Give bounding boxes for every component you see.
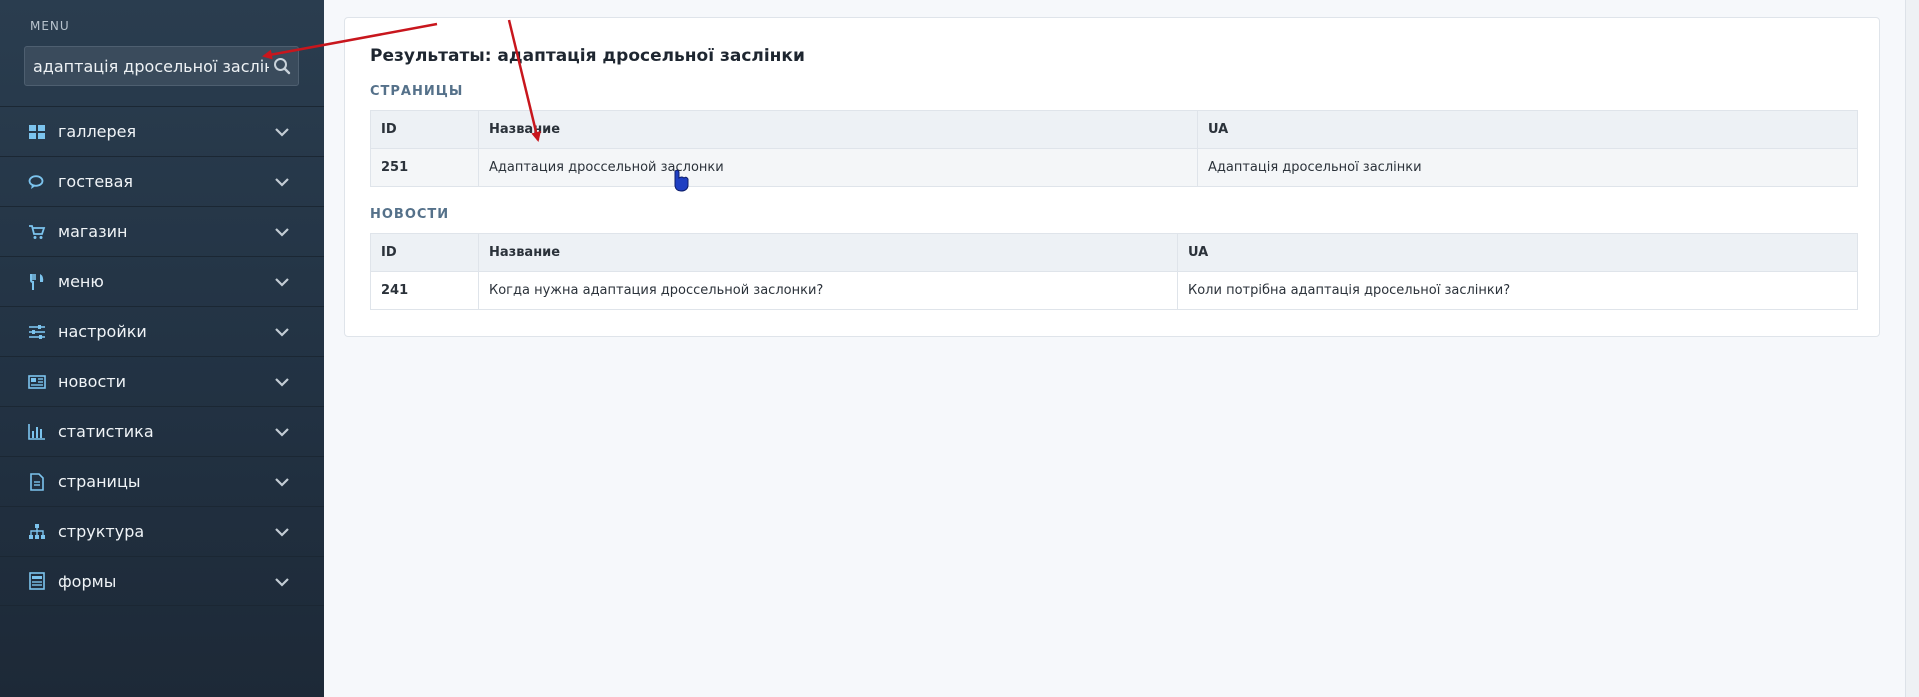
sidebar-item-label: меню	[58, 272, 104, 291]
column-header-ua: UA	[1197, 110, 1858, 149]
sidebar-item-label: формы	[58, 571, 117, 591]
cell-id: 241	[370, 271, 479, 310]
results-title: Результаты: адаптація дросельної заслінк…	[370, 46, 805, 66]
table-header-row: ID Название UA	[370, 233, 1858, 272]
sidebar-item-guestbook[interactable]: гостевая	[0, 156, 324, 206]
chevron-down-icon	[275, 278, 289, 287]
app-root: MENU галлерея го	[0, 0, 1919, 697]
sidebar-item-label: магазин	[58, 222, 128, 241]
sidebar: MENU галлерея го	[0, 0, 324, 697]
search-input[interactable]	[31, 55, 271, 77]
bar-chart-icon	[28, 423, 45, 440]
chevron-down-icon	[275, 178, 289, 187]
sidebar-menu: галлерея гостевая магазин меню настройки…	[0, 106, 324, 606]
form-icon	[29, 572, 45, 590]
chat-icon	[28, 174, 44, 189]
scrollbar-track[interactable]	[1905, 0, 1919, 697]
chevron-down-icon	[275, 378, 289, 387]
sidebar-item-gallery[interactable]: галлерея	[0, 106, 324, 156]
pages-section-title: СТРАНИЦЫ	[370, 84, 464, 99]
table-row[interactable]: 251 Адаптация дроссельной заслонки Адапт…	[370, 148, 1858, 187]
table-header-row: ID Название UA	[370, 110, 1858, 149]
main-content: Результаты: адаптація дросельної заслінк…	[324, 0, 1919, 697]
search-box[interactable]	[24, 46, 299, 86]
chevron-down-icon	[275, 128, 289, 137]
sliders-icon	[29, 324, 45, 339]
sitemap-icon	[29, 523, 45, 539]
sidebar-item-pages[interactable]: страницы	[0, 456, 324, 506]
search-results-card: Результаты: адаптація дросельної заслінк…	[344, 17, 1880, 337]
newspaper-icon	[28, 374, 46, 389]
search-icon[interactable]	[272, 56, 292, 76]
column-header-id: ID	[370, 233, 479, 272]
sidebar-item-news[interactable]: новости	[0, 356, 324, 406]
chevron-down-icon	[275, 578, 289, 587]
sidebar-item-label: статистика	[58, 422, 154, 441]
column-header-ua: UA	[1177, 233, 1858, 272]
sidebar-item-label: гостевая	[58, 172, 134, 191]
menu-caption: MENU	[30, 19, 70, 33]
chevron-down-icon	[275, 428, 289, 437]
table-row[interactable]: 241 Когда нужна адаптация дроссельной за…	[370, 271, 1858, 310]
cell-ua[interactable]: Адаптація дросельної заслінки	[1197, 148, 1858, 187]
cell-name[interactable]: Когда нужна адаптация дроссельной заслон…	[478, 271, 1178, 310]
column-header-id: ID	[370, 110, 479, 149]
sidebar-item-label: новости	[58, 372, 126, 391]
cell-ua[interactable]: Коли потрібна адаптація дросельної заслі…	[1177, 271, 1858, 310]
news-results-table: ID Название UA 241 Когда нужна адаптация…	[370, 233, 1858, 310]
grid-icon	[29, 124, 45, 139]
column-header-name: Название	[478, 110, 1198, 149]
chevron-down-icon	[275, 478, 289, 487]
sidebar-item-label: галлерея	[58, 122, 137, 141]
sidebar-item-structure[interactable]: структура	[0, 506, 324, 556]
chevron-down-icon	[275, 528, 289, 537]
cart-icon	[29, 224, 46, 239]
cell-id: 251	[370, 148, 479, 187]
news-section-title: НОВОСТИ	[370, 207, 450, 222]
sidebar-item-shop[interactable]: магазин	[0, 206, 324, 256]
sidebar-item-label: структура	[58, 522, 145, 541]
utensils-icon	[30, 273, 44, 290]
chevron-down-icon	[275, 228, 289, 237]
sidebar-item-menu[interactable]: меню	[0, 256, 324, 306]
column-header-name: Название	[478, 233, 1178, 272]
sidebar-item-forms[interactable]: формы	[0, 556, 324, 606]
sidebar-item-statistics[interactable]: статистика	[0, 406, 324, 456]
sidebar-item-label: страницы	[58, 472, 141, 491]
sidebar-item-label: настройки	[58, 322, 147, 341]
file-icon	[30, 472, 44, 491]
cell-name[interactable]: Адаптация дроссельной заслонки	[478, 148, 1198, 187]
chevron-down-icon	[275, 328, 289, 337]
pages-results-table: ID Название UA 251 Адаптация дроссельной…	[370, 110, 1858, 187]
sidebar-item-settings[interactable]: настройки	[0, 306, 324, 356]
